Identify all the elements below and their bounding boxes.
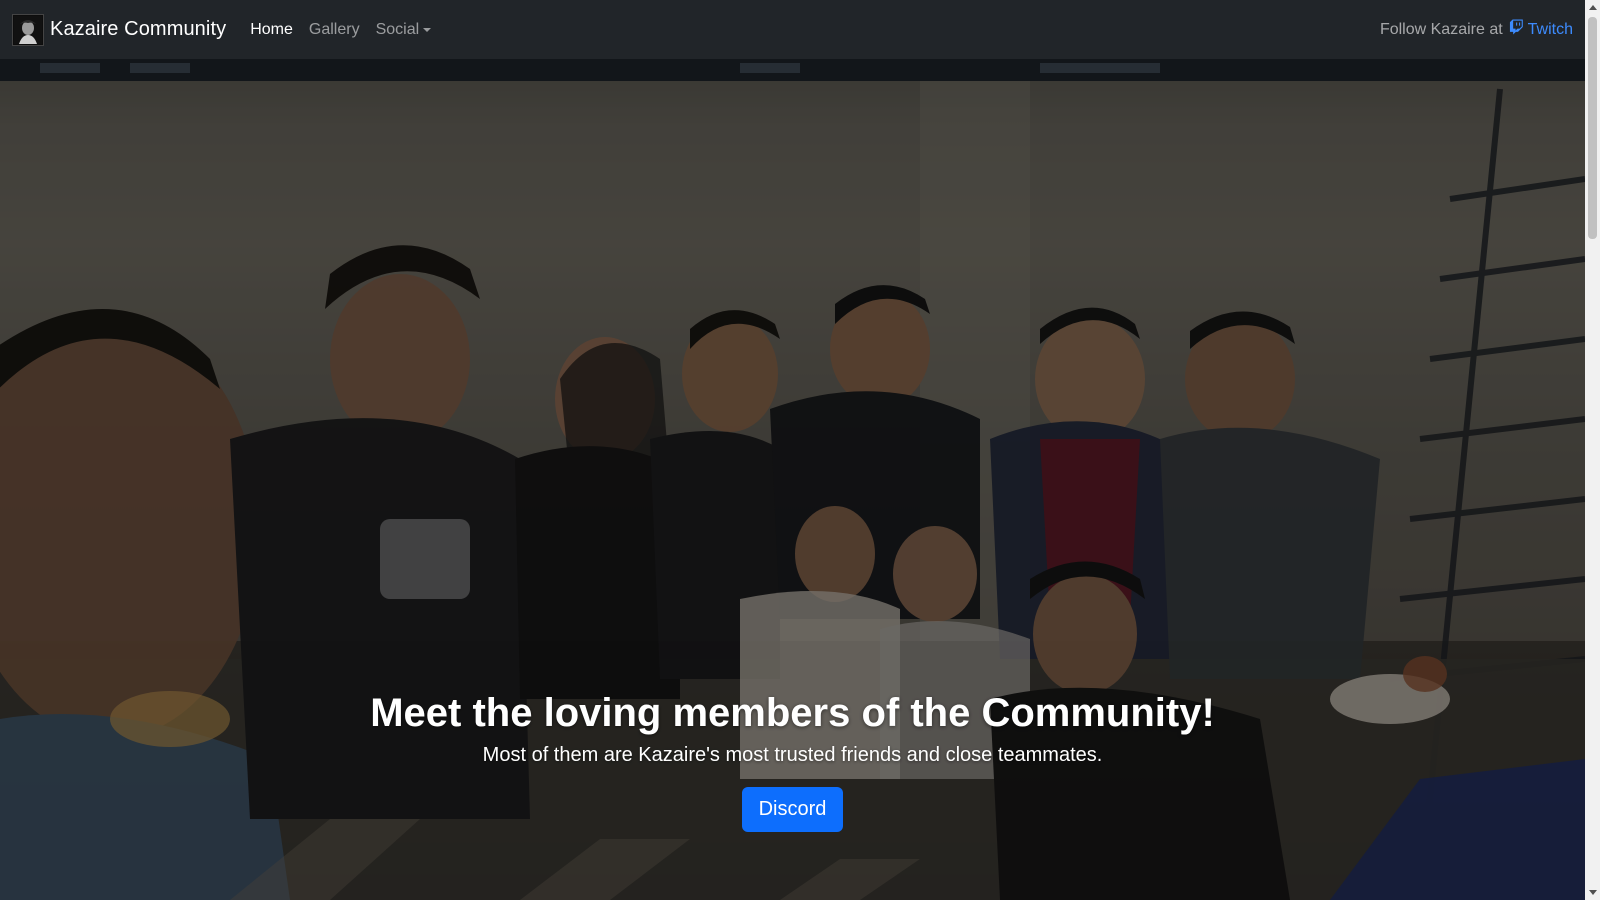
nav-gallery-link[interactable]: Gallery	[309, 21, 360, 39]
scrollbar-thumb[interactable]	[1588, 17, 1597, 239]
twitch-link[interactable]: Twitch	[1509, 19, 1573, 40]
hero-section: Meet the loving members of the Community…	[0, 59, 1585, 900]
page-scrollbar[interactable]	[1585, 0, 1600, 900]
twitch-icon	[1509, 19, 1524, 40]
brand-link[interactable]: Kazaire Community	[12, 13, 227, 46]
nav-links: Home Gallery Social	[250, 21, 432, 39]
brand-name: Kazaire Community	[50, 18, 227, 40]
nav-home-link[interactable]: Home	[250, 21, 293, 39]
brand-logo-icon	[12, 13, 44, 46]
discord-button[interactable]: Discord	[741, 787, 844, 832]
hero-caption: Meet the loving members of the Community…	[0, 691, 1585, 832]
twitch-label: Twitch	[1527, 20, 1573, 38]
page: Kazaire Community Home Gallery Social Fo…	[0, 0, 1585, 900]
navbar: Kazaire Community Home Gallery Social Fo…	[0, 0, 1585, 59]
scroll-up-arrow-icon[interactable]	[1585, 0, 1600, 15]
caret-down-icon	[423, 27, 432, 32]
nav-social-label: Social	[375, 20, 420, 38]
hero-subtitle: Most of them are Kazaire's most trusted …	[482, 744, 1103, 766]
follow-text: Follow Kazaire at	[1379, 20, 1503, 38]
hero-title: Meet the loving members of the Community…	[370, 691, 1215, 735]
nav-social-dropdown[interactable]: Social	[376, 21, 432, 39]
follow-section: Follow Kazaire at Twitch	[1380, 19, 1573, 40]
scroll-down-arrow-icon[interactable]	[1585, 885, 1600, 900]
